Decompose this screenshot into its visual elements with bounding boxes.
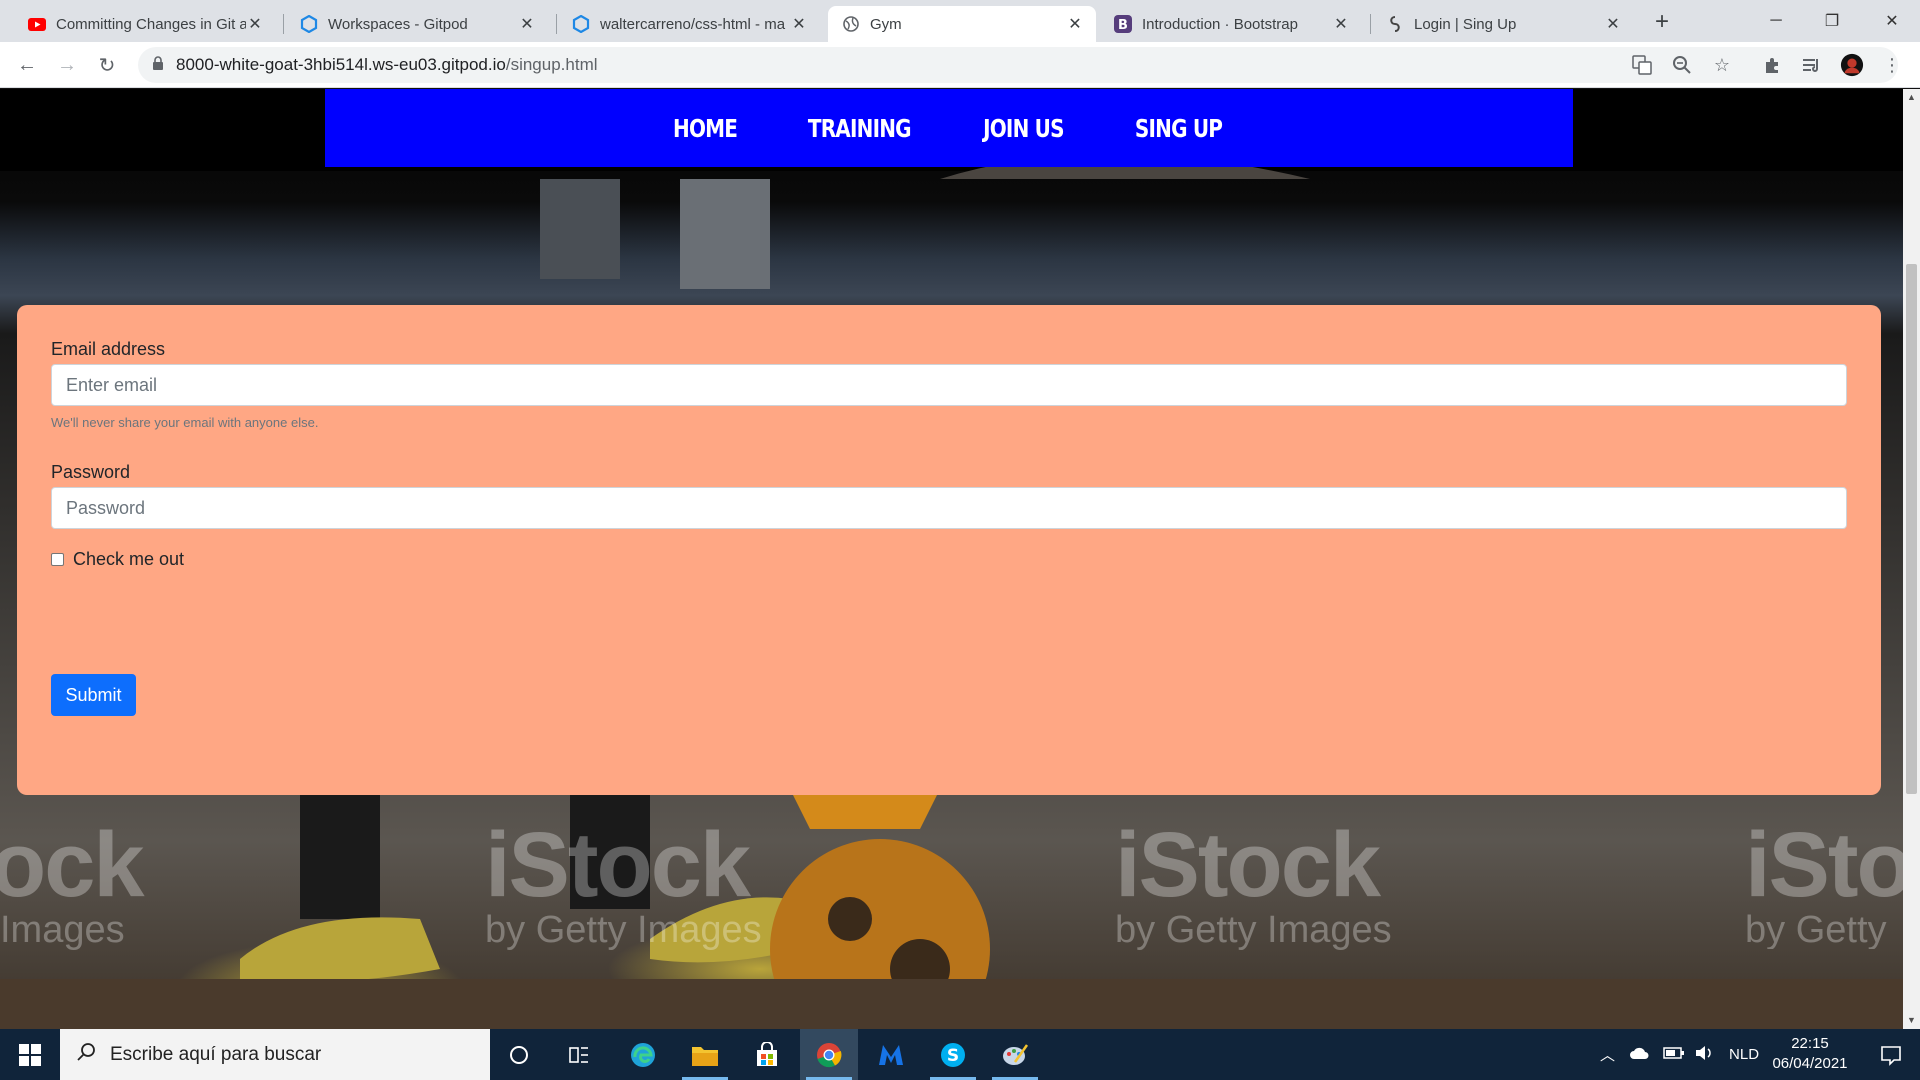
clock-time: 22:15 (1791, 1035, 1829, 1052)
nav-join-us-link[interactable]: JOIN US (984, 114, 1065, 143)
skype-icon[interactable]: S (924, 1029, 982, 1080)
tab-title: Workspaces - Gitpod (328, 15, 468, 33)
lock-icon (152, 55, 164, 75)
restore-button[interactable]: ❐ (1804, 0, 1860, 42)
extensions-icon[interactable] (1760, 53, 1784, 77)
language-indicator[interactable]: NLD (1729, 1046, 1759, 1063)
volume-icon[interactable] (1695, 1045, 1715, 1065)
browser-menu-icon[interactable]: ⋮ (1880, 53, 1904, 77)
close-tab-icon[interactable]: ✕ (1066, 14, 1084, 34)
taskbar-clock[interactable]: 22:15 06/04/2021 (1760, 1034, 1860, 1074)
battery-icon[interactable] (1663, 1046, 1685, 1064)
cortana-icon[interactable] (490, 1029, 548, 1080)
tab-strip: Committing Changes in Git a ✕ Workspaces… (0, 0, 1920, 42)
email-help-text: We'll never share your email with anyone… (51, 415, 319, 430)
edge-browser-icon[interactable] (614, 1029, 672, 1080)
taskbar-search-box[interactable]: Escribe aquí para buscar (60, 1029, 490, 1080)
windows-start-button[interactable] (0, 1029, 60, 1080)
gitpod-icon (572, 15, 590, 33)
tab-title: Gym (870, 15, 902, 33)
watermark-right: iSto by Getty (1745, 819, 1903, 949)
windows-taskbar: Escribe aquí para buscar S ︿ NLD 22:15 0… (0, 1029, 1920, 1080)
tab-css-html-repo[interactable]: waltercarreno/css-html - ma ✕ (558, 6, 820, 42)
reading-list-icon[interactable] (1800, 53, 1824, 77)
password-label: Password (51, 462, 131, 482)
watermark-center-right: iStock by Getty Images (1115, 814, 1392, 951)
close-tab-icon[interactable]: ✕ (246, 14, 264, 34)
nav-training-link[interactable]: TRAINING (808, 114, 912, 143)
main-navbar: HOME TRAINING JOIN US SING UP (325, 89, 1573, 167)
minimize-button[interactable]: ─ (1748, 0, 1804, 42)
close-tab-icon[interactable]: ✕ (1332, 14, 1350, 34)
tab-title: waltercarreno/css-html - ma (600, 15, 786, 33)
show-hidden-icons[interactable]: ︿ (1600, 1044, 1615, 1065)
password-input[interactable]: Password (51, 487, 1847, 529)
site-icon (1386, 15, 1404, 33)
bootstrap-icon: B (1114, 15, 1132, 33)
file-explorer-icon[interactable] (676, 1029, 734, 1080)
windows-logo-icon (19, 1043, 41, 1066)
tab-committing-changes[interactable]: Committing Changes in Git a ✕ (14, 6, 276, 42)
scroll-down-arrow[interactable]: ▼ (1903, 1012, 1920, 1029)
paint-icon[interactable] (986, 1029, 1044, 1080)
malwarebytes-icon[interactable] (862, 1029, 920, 1080)
globe-icon (842, 15, 860, 33)
bookmark-star-icon[interactable]: ☆ (1710, 53, 1734, 77)
email-label: Email address (51, 339, 166, 359)
tab-bootstrap-intro[interactable]: B Introduction · Bootstrap ✕ (1100, 6, 1362, 42)
translate-icon[interactable] (1630, 53, 1654, 77)
tab-divider (556, 14, 557, 34)
gitpod-icon (300, 15, 318, 33)
tab-divider (1370, 14, 1371, 34)
tab-gym[interactable]: Gym ✕ (828, 6, 1096, 42)
watermark-center-left: iStock by Getty Images (485, 814, 762, 951)
chrome-icon[interactable] (800, 1029, 858, 1080)
zoom-icon[interactable] (1670, 53, 1694, 77)
youtube-icon (28, 15, 46, 33)
search-placeholder: Escribe aquí para buscar (110, 1043, 322, 1065)
clock-date: 06/04/2021 (1772, 1055, 1848, 1072)
task-view-icon[interactable] (550, 1029, 608, 1080)
new-tab-button[interactable]: + (1655, 8, 1669, 36)
tab-title: Committing Changes in Git a (56, 15, 246, 33)
page-scrollbar[interactable]: ▲ ▼ (1903, 89, 1920, 1029)
svg-text:S: S (947, 1046, 959, 1066)
system-tray: ︿ NLD (1600, 1029, 1759, 1080)
submit-button[interactable]: Submit (51, 674, 136, 716)
onedrive-icon[interactable] (1629, 1046, 1651, 1064)
search-icon (76, 1042, 96, 1068)
watermark-left: ock Images (0, 814, 145, 951)
tab-divider (283, 14, 284, 34)
action-center-icon[interactable] (1862, 1029, 1920, 1080)
scroll-up-arrow[interactable]: ▲ (1903, 89, 1920, 106)
nav-home-link[interactable]: HOME (673, 114, 738, 143)
scrollbar-thumb[interactable] (1906, 264, 1917, 794)
close-tab-icon[interactable]: ✕ (518, 14, 536, 34)
back-button[interactable]: ← (12, 50, 42, 80)
check-me-out-checkbox[interactable]: Check me out (51, 549, 184, 570)
close-tab-icon[interactable]: ✕ (790, 14, 808, 34)
url-host: 8000-white-goat-3hbi514l.ws-eu03.gitpod.… (176, 55, 506, 74)
signup-form-card: Email address Enter email We'll never sh… (17, 305, 1881, 795)
tab-title: Introduction · Bootstrap (1142, 15, 1298, 33)
page-viewport: HOME TRAINING JOIN US SING UP ock Images … (0, 89, 1903, 1029)
browser-toolbar: ← → ↻ 8000-white-goat-3hbi514l.ws-eu03.g… (0, 42, 1920, 88)
close-window-button[interactable]: ✕ (1864, 0, 1920, 42)
checkbox-box[interactable] (51, 553, 64, 566)
microsoft-store-icon[interactable] (738, 1029, 796, 1080)
tab-login-signup[interactable]: Login | Sing Up ✕ (1372, 6, 1634, 42)
profile-avatar[interactable] (1840, 53, 1864, 77)
checkbox-label: Check me out (73, 549, 185, 569)
url-path: /singup.html (505, 55, 598, 74)
svg-text:B: B (1118, 18, 1128, 33)
forward-button[interactable]: → (52, 50, 82, 80)
tab-title: Login | Sing Up (1414, 15, 1517, 33)
email-input[interactable]: Enter email (51, 364, 1847, 406)
tab-workspaces-gitpod[interactable]: Workspaces - Gitpod ✕ (286, 6, 548, 42)
reload-button[interactable]: ↻ (92, 50, 122, 80)
nav-sign-up-link[interactable]: SING UP (1135, 114, 1223, 143)
close-tab-icon[interactable]: ✕ (1604, 14, 1622, 34)
